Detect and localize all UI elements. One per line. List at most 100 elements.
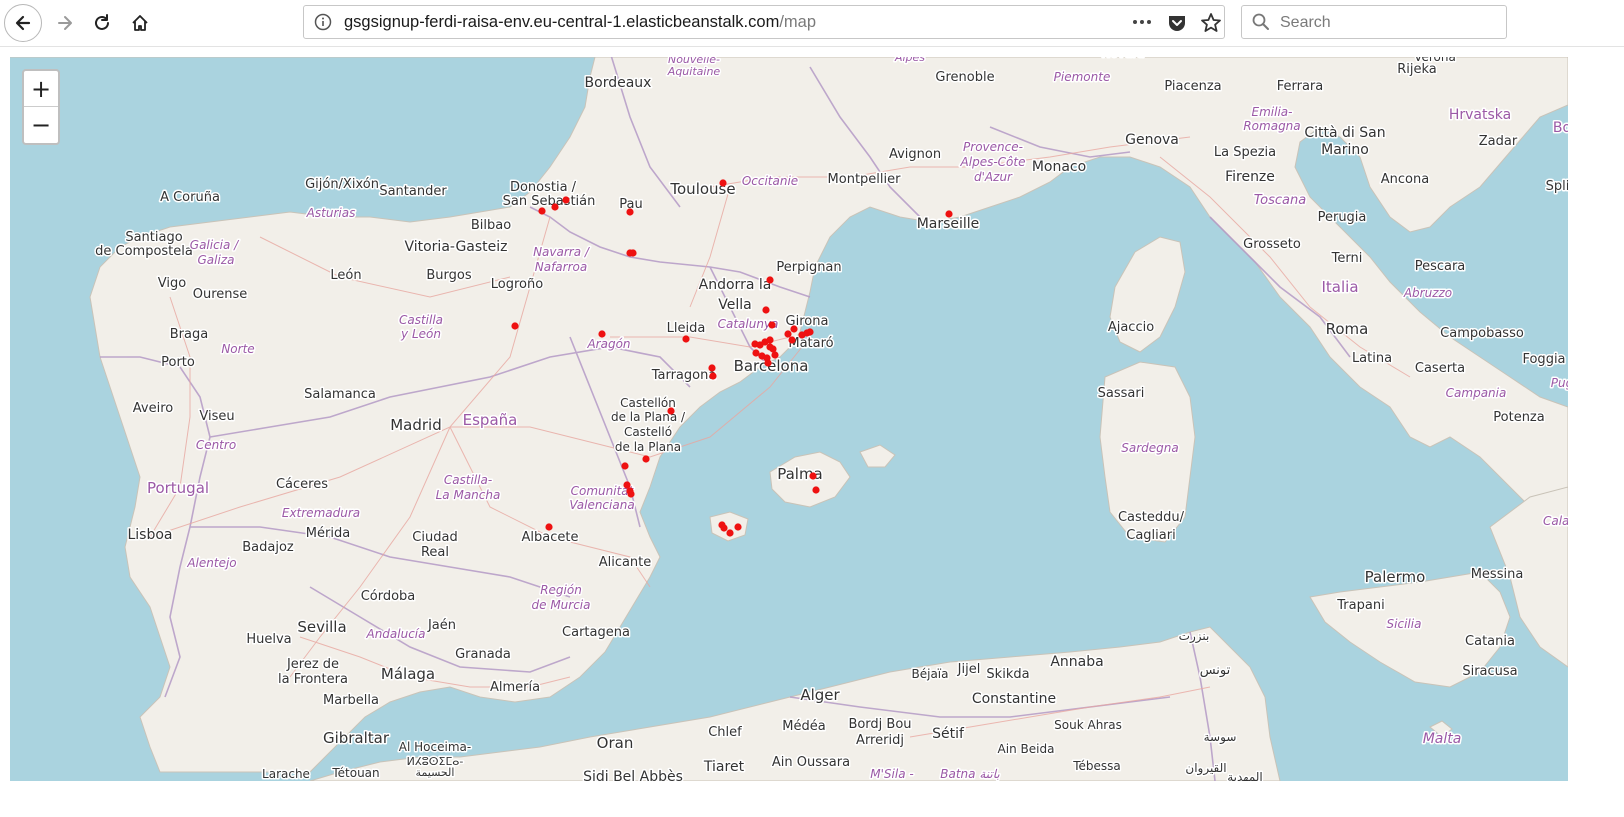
location-marker[interactable] (766, 276, 774, 284)
map-label: Extremadura (282, 506, 360, 520)
map-label: Grenoble (935, 70, 994, 85)
location-marker[interactable] (806, 328, 814, 336)
map-label: Logroño (491, 277, 543, 292)
map-label: Tébessa (1072, 759, 1121, 773)
map-label: Mérida (306, 526, 350, 541)
map-label: تونس (1200, 663, 1231, 678)
map-canvas[interactable]: BordeauxGrenobleNovaraVeronaRijekaPiacen… (10, 57, 1568, 781)
location-marker[interactable] (945, 210, 953, 218)
location-marker[interactable] (538, 207, 546, 215)
map-label: España (463, 411, 518, 429)
location-marker[interactable] (764, 359, 772, 367)
url-bar[interactable]: gsgsignup-ferdi-raisa-env.eu-central-1.e… (303, 5, 1225, 39)
map-label: Jaén (427, 618, 456, 633)
map-label: Abruzzo (1403, 286, 1452, 300)
map-label: y León (400, 327, 441, 341)
map-label: Ain Beida (998, 742, 1055, 756)
map-label: Salamanca (304, 387, 376, 402)
map-label: Skikda (986, 667, 1029, 682)
forward-button[interactable] (46, 4, 84, 42)
location-marker[interactable] (627, 490, 635, 498)
map-label: Burgos (426, 268, 471, 283)
location-marker[interactable] (621, 462, 629, 470)
location-marker[interactable] (771, 351, 779, 359)
location-marker[interactable] (629, 249, 637, 257)
location-marker[interactable] (726, 529, 734, 537)
map-label: Alentejo (186, 556, 236, 570)
more-dots-icon[interactable] (1130, 12, 1154, 32)
map-label: Sidi Bel Abbès (583, 769, 683, 781)
location-marker[interactable] (752, 349, 760, 357)
map-label: Béjaïa (912, 667, 949, 681)
location-marker[interactable] (682, 335, 690, 343)
location-marker[interactable] (551, 203, 559, 211)
location-marker[interactable] (788, 336, 796, 344)
location-marker[interactable] (626, 208, 634, 216)
location-marker[interactable] (809, 472, 817, 480)
map-label: M'Sila - (870, 767, 913, 781)
map-label: Messina (1471, 567, 1524, 582)
info-icon[interactable] (314, 13, 332, 31)
location-marker[interactable] (768, 321, 776, 329)
home-button[interactable] (121, 4, 159, 42)
back-button[interactable] (4, 4, 42, 42)
map-label: Ancona (1381, 172, 1429, 187)
map-label: Tiaret (703, 759, 745, 775)
map-label: Centro (196, 438, 236, 452)
map-label: Toscana (1254, 193, 1306, 208)
map-label: Perugia (1318, 210, 1367, 225)
location-marker[interactable] (812, 486, 820, 494)
map-label: Lisboa (127, 527, 172, 543)
map-label: La Mancha (436, 488, 501, 502)
map-label: Ourense (193, 287, 248, 302)
map-label: Novara (1101, 57, 1144, 60)
map-label: Caserta (1415, 361, 1465, 376)
map-label: Vigo (158, 276, 186, 291)
map-label: Braga (170, 327, 208, 342)
location-marker[interactable] (642, 455, 650, 463)
location-marker[interactable] (734, 523, 742, 531)
location-marker[interactable] (562, 196, 570, 204)
map-label: Catania (1465, 634, 1515, 649)
location-marker[interactable] (545, 523, 553, 531)
search-input[interactable] (1278, 6, 1502, 40)
map-label: Andorra la (699, 277, 772, 293)
map-view[interactable]: BordeauxGrenobleNovaraVeronaRijekaPiacen… (10, 57, 1568, 781)
location-marker[interactable] (720, 524, 728, 532)
location-marker[interactable] (598, 330, 606, 338)
star-icon[interactable] (1200, 12, 1222, 34)
reload-button[interactable] (83, 4, 121, 42)
url-text[interactable]: gsgsignup-ferdi-raisa-env.eu-central-1.e… (344, 6, 816, 38)
pocket-icon[interactable] (1166, 12, 1188, 34)
map-label: Gijón/Xixón (305, 177, 379, 192)
map-label: Tarragona (651, 368, 717, 383)
location-marker[interactable] (790, 325, 798, 333)
map-label: Campania (1446, 386, 1507, 400)
map-label: Cartagena (562, 625, 630, 640)
location-marker[interactable] (719, 179, 727, 187)
location-marker[interactable] (511, 322, 519, 330)
location-marker[interactable] (784, 330, 792, 338)
location-marker[interactable] (762, 306, 770, 314)
map-label: Annaba (1050, 654, 1103, 670)
map-label: Barcelona (734, 357, 809, 375)
zoom-out-button[interactable]: − (24, 107, 58, 143)
location-marker[interactable] (708, 364, 716, 372)
location-marker[interactable] (766, 336, 774, 344)
search-bar[interactable] (1241, 5, 1507, 40)
map-label: Asturias (306, 206, 356, 220)
zoom-in-button[interactable]: + (24, 71, 58, 107)
location-marker[interactable] (709, 372, 717, 380)
location-marker[interactable] (766, 343, 774, 351)
map-label: Vella (718, 297, 751, 313)
map-label: Provence- (963, 140, 1023, 154)
map-label: Mataró (788, 336, 833, 351)
map-label: سوسة (1204, 730, 1237, 745)
location-marker[interactable] (667, 407, 675, 415)
map-label: Córdoba (361, 589, 416, 604)
reload-icon (95, 14, 109, 30)
zoom-control: + − (22, 69, 60, 145)
map-label: Casteddu/ (1118, 510, 1185, 525)
map-label: Split (1546, 179, 1568, 194)
map-label: Hrvatska (1449, 107, 1511, 123)
